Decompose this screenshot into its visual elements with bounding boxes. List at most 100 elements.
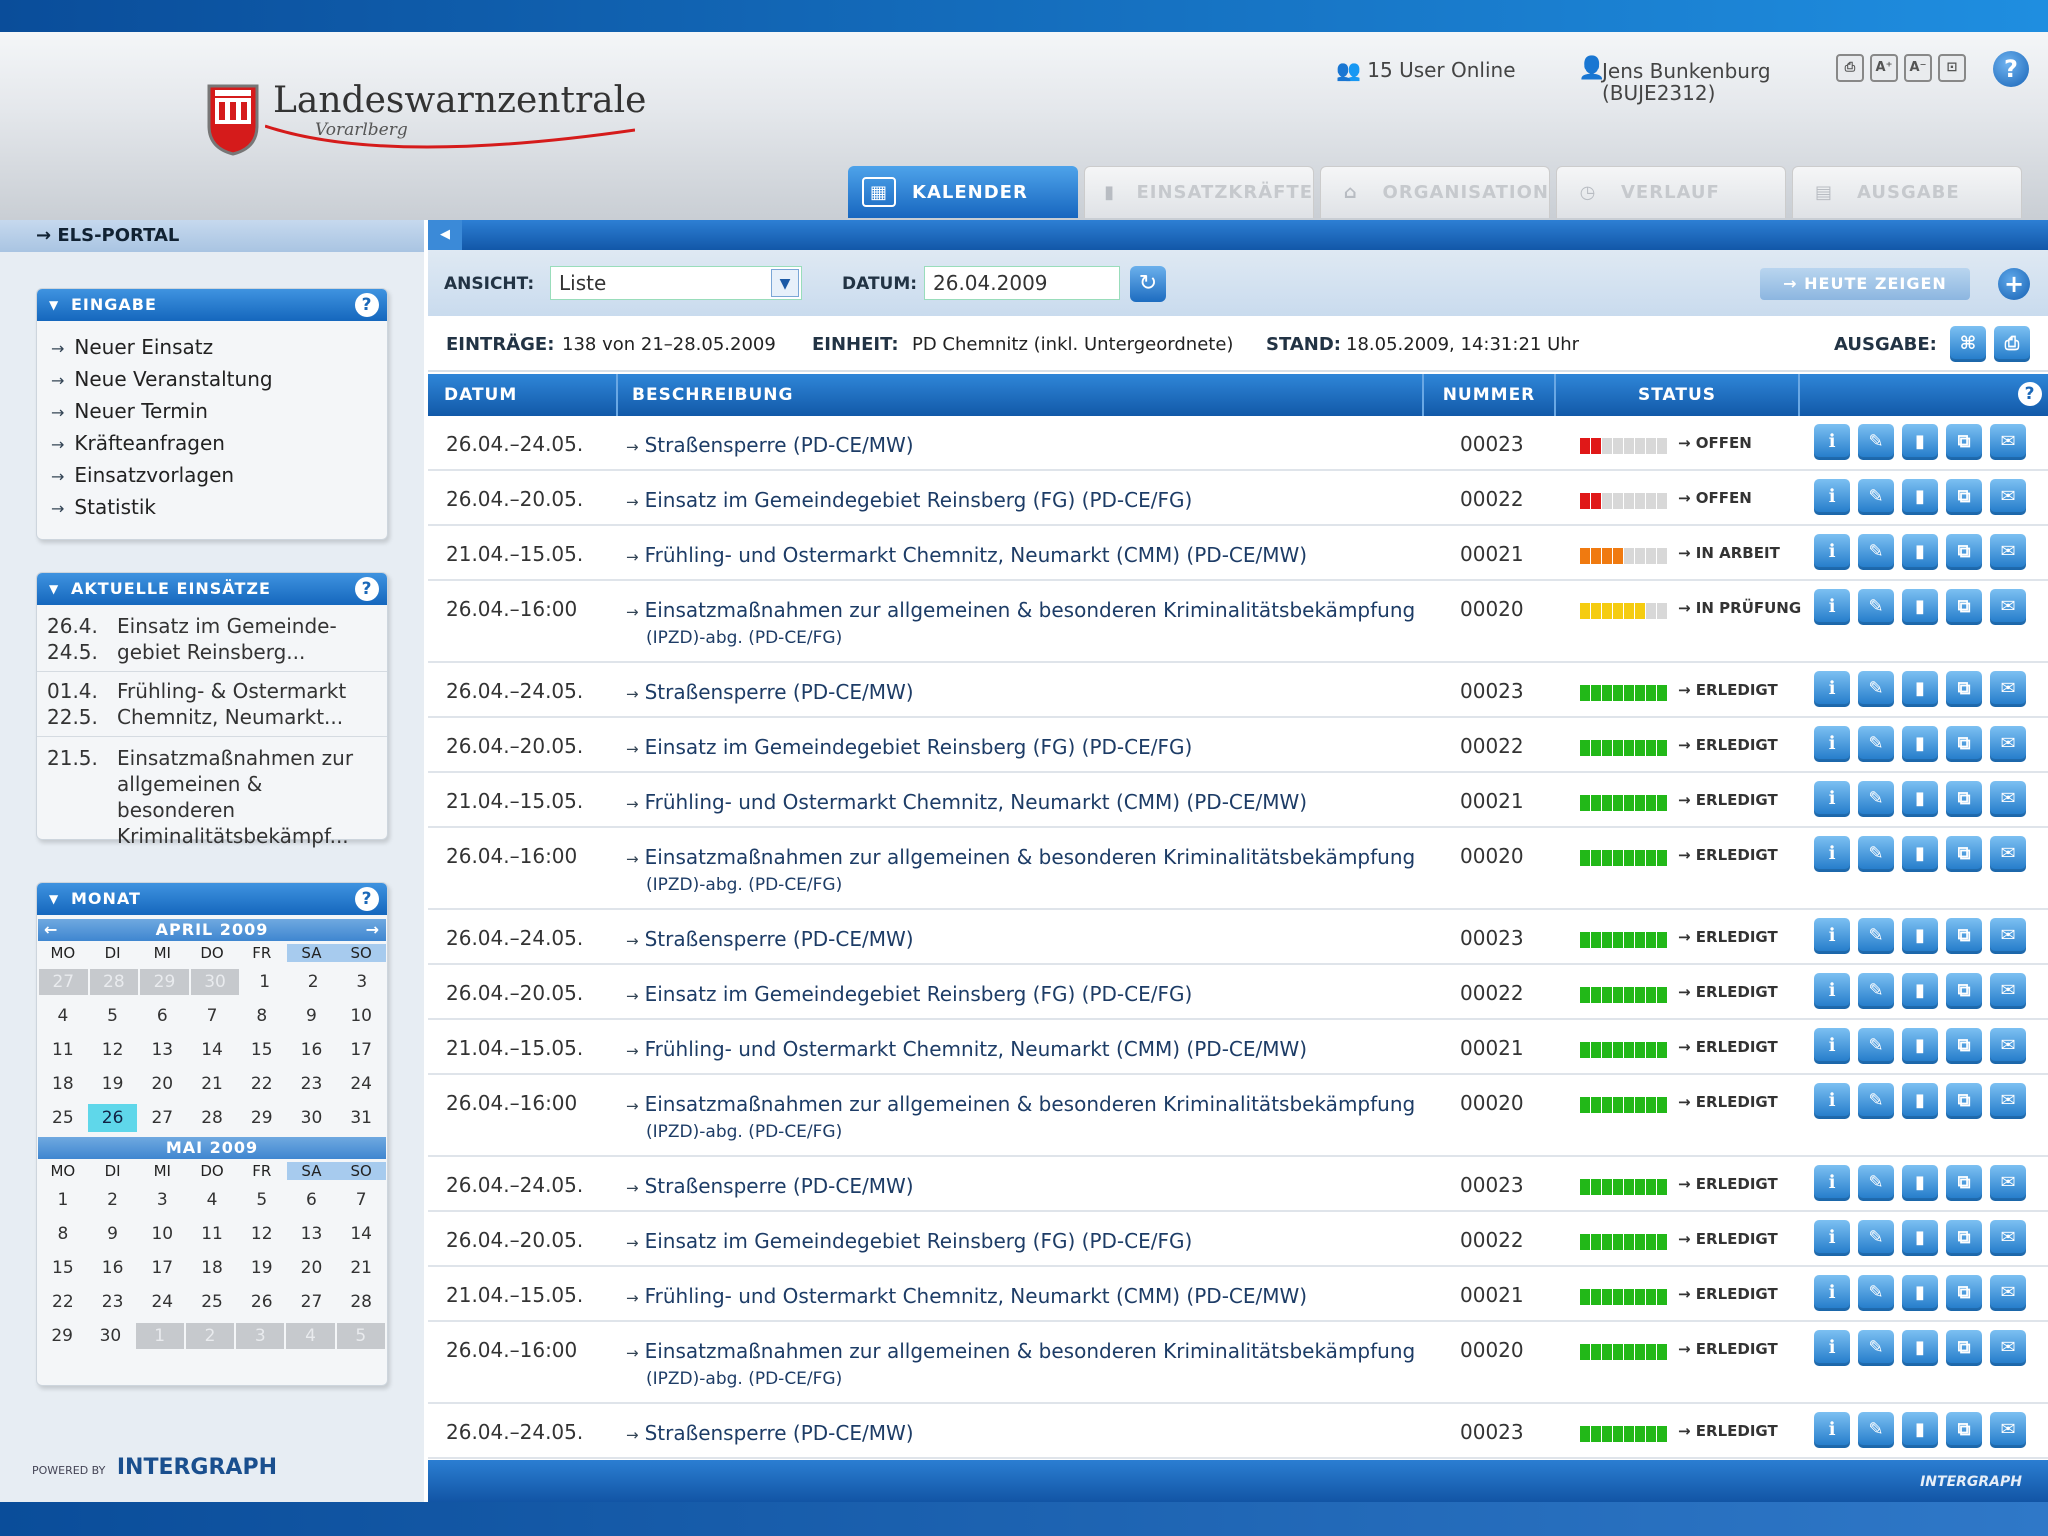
info-icon[interactable]: ℹ — [1814, 973, 1850, 1009]
copy-icon[interactable]: ⧉ — [1946, 671, 1982, 707]
row-description[interactable]: → Frühling- und Ostermarkt Chemnitz, Neum… — [626, 1283, 1426, 1311]
copy-icon[interactable]: ⧉ — [1946, 479, 1982, 515]
calendar-day[interactable]: 25 — [38, 1108, 88, 1128]
calendar-day[interactable]: 3 — [337, 972, 386, 992]
calendar-day[interactable]: 24 — [336, 1074, 386, 1094]
edit-icon[interactable]: ✎ — [1858, 726, 1894, 762]
table-row[interactable]: 26.04.–24.05. → Straßensperre (PD-CE/MW) 00… — [428, 663, 2048, 718]
calendar-day[interactable]: 3 — [236, 1323, 285, 1349]
info-icon[interactable]: ℹ — [1814, 1083, 1850, 1119]
table-row[interactable]: 26.04.–16:00 → Einsatzmaßnahmen zur allgem… — [428, 1322, 2048, 1404]
personnel-icon[interactable]: ▮ — [1902, 1412, 1938, 1448]
col-nummer[interactable]: NUMMER — [1424, 374, 1556, 416]
mail-icon[interactable]: ✉ — [1990, 479, 2026, 515]
copy-icon[interactable]: ⧉ — [1946, 424, 1982, 460]
calendar-day[interactable]: 30 — [86, 1326, 134, 1346]
copy-icon[interactable]: ⧉ — [1946, 726, 1982, 762]
col-beschreibung[interactable]: BESCHREIBUNG — [618, 374, 1424, 416]
mail-icon[interactable]: ✉ — [1990, 918, 2026, 954]
personnel-icon[interactable]: ▮ — [1902, 1275, 1938, 1311]
edit-icon[interactable]: ✎ — [1858, 534, 1894, 570]
calendar-day[interactable]: 27 — [287, 1292, 337, 1312]
copy-icon[interactable]: ⧉ — [1946, 1220, 1982, 1256]
arrow-left-icon[interactable]: ← — [44, 919, 58, 941]
personnel-icon[interactable]: ▮ — [1902, 973, 1938, 1009]
table-row[interactable]: 26.04.–20.05. → Einsatz im Gemeindegebiet … — [428, 718, 2048, 773]
row-description[interactable]: → Frühling- und Ostermarkt Chemnitz, Neum… — [626, 542, 1426, 570]
calendar-day[interactable]: 28 — [89, 969, 139, 995]
calendar-day[interactable]: 1 — [240, 972, 289, 992]
info-icon[interactable]: ℹ — [1814, 479, 1850, 515]
mail-icon[interactable]: ✉ — [1990, 424, 2026, 460]
edit-icon[interactable]: ✎ — [1858, 781, 1894, 817]
calendar-day[interactable]: 1 — [38, 1190, 88, 1210]
table-row[interactable]: 26.04.–20.05. → Einsatz im Gemeindegebiet … — [428, 1212, 2048, 1267]
calendar-day[interactable]: 16 — [88, 1258, 138, 1278]
edit-icon[interactable]: ✎ — [1858, 1165, 1894, 1201]
eingabe-item[interactable]: → Neue Veranstaltung — [51, 363, 387, 395]
calendar-day[interactable]: 21 — [187, 1074, 237, 1094]
add-icon[interactable]: + — [1998, 268, 2030, 300]
personnel-icon[interactable]: ▮ — [1902, 1220, 1938, 1256]
calendar-day[interactable]: 27 — [137, 1108, 187, 1128]
tab-kalender[interactable]: ▦ KALENDER — [848, 166, 1078, 218]
row-description[interactable]: → Einsatzmaßnahmen zur allgemeinen & beso… — [626, 844, 1426, 898]
row-description[interactable]: → Straßensperre (PD-CE/MW) — [626, 679, 1426, 707]
help-icon[interactable]: ? — [2018, 382, 2042, 406]
calendar-day[interactable]: 28 — [336, 1292, 386, 1312]
tab-organisation[interactable]: ⌂ ORGANISATION — [1320, 166, 1550, 218]
row-description[interactable]: → Straßensperre (PD-CE/MW) — [626, 1173, 1426, 1201]
help-icon[interactable]: ? — [1993, 51, 2029, 87]
eingabe-item[interactable]: → Einsatzvorlagen — [51, 459, 387, 491]
mail-icon[interactable]: ✉ — [1990, 589, 2026, 625]
calendar-day[interactable]: 12 — [88, 1040, 138, 1060]
calendar-day[interactable]: 1 — [135, 1323, 184, 1349]
table-row[interactable]: 21.04.–15.05. → Frühling- und Ostermarkt C… — [428, 1020, 2048, 1075]
einsatz-item[interactable]: 01.4. 22.5. Frühling- & Ostermarkt Chemnit… — [37, 672, 387, 737]
personnel-icon[interactable]: ▮ — [1902, 589, 1938, 625]
edit-icon[interactable]: ✎ — [1858, 1083, 1894, 1119]
personnel-icon[interactable]: ▮ — [1902, 1330, 1938, 1366]
row-description[interactable]: → Frühling- und Ostermarkt Chemnitz, Neum… — [626, 1036, 1426, 1064]
row-description[interactable]: → Einsatz im Gemeindegebiet Reinsberg (FG… — [626, 981, 1426, 1009]
copy-icon[interactable]: ⧉ — [1946, 534, 1982, 570]
user-info[interactable]: Jens Bunkenburg (BUJE2312) — [1602, 60, 1771, 104]
monat-header[interactable]: ▼ MONAT? — [37, 883, 387, 915]
calendar-day[interactable]: 22 — [38, 1292, 88, 1312]
calendar-day[interactable]: 31 — [336, 1108, 386, 1128]
calendar-day[interactable]: 10 — [137, 1224, 187, 1244]
row-description[interactable]: → Frühling- und Ostermarkt Chemnitz, Neum… — [626, 789, 1426, 817]
mail-icon[interactable]: ✉ — [1990, 1083, 2026, 1119]
calendar-day[interactable]: 9 — [88, 1224, 138, 1244]
mail-icon[interactable]: ✉ — [1990, 1028, 2026, 1064]
edit-icon[interactable]: ✎ — [1858, 918, 1894, 954]
calendar-day[interactable]: 19 — [237, 1258, 287, 1278]
einsatz-item[interactable]: 21.5. Einsatzmaßnahmen zur allgemeinen & … — [37, 737, 387, 849]
lock-icon[interactable]: ⊡ — [1938, 54, 1966, 82]
table-row[interactable]: 26.04.–16:00 → Einsatzmaßnahmen zur allgem… — [428, 828, 2048, 910]
personnel-icon[interactable]: ▮ — [1902, 671, 1938, 707]
row-description[interactable]: → Einsatz im Gemeindegebiet Reinsberg (FG… — [626, 487, 1426, 515]
tab-ausgabe[interactable]: ▤ AUSGABE — [1792, 166, 2022, 218]
help-icon[interactable]: ? — [355, 887, 379, 911]
chevron-down-icon[interactable]: ▼ — [771, 269, 799, 297]
info-icon[interactable]: ℹ — [1814, 424, 1850, 460]
datum-input[interactable]: 26.04.2009 — [924, 266, 1120, 300]
copy-icon[interactable]: ⧉ — [1946, 1275, 1982, 1311]
calendar-day[interactable]: 11 — [38, 1040, 88, 1060]
calendar-day[interactable]: 19 — [88, 1074, 138, 1094]
personnel-icon[interactable]: ▮ — [1902, 836, 1938, 872]
calendar-day[interactable]: 20 — [287, 1258, 337, 1278]
table-row[interactable]: 26.04.–24.05. → Straßensperre (PD-CE/MW) 00… — [428, 1157, 2048, 1212]
copy-icon[interactable]: ⧉ — [1946, 1412, 1982, 1448]
heute-zeigen-button[interactable]: → HEUTE ZEIGEN — [1760, 268, 1970, 300]
table-row[interactable]: 26.04.–20.05. → Einsatz im Gemeindegebiet … — [428, 965, 2048, 1020]
table-row[interactable]: 21.04.–15.05. → Frühling- und Ostermarkt C… — [428, 773, 2048, 828]
calendar-day[interactable]: 30 — [190, 969, 240, 995]
edit-icon[interactable]: ✎ — [1858, 671, 1894, 707]
calendar-day[interactable]: 13 — [137, 1040, 187, 1060]
table-row[interactable]: 26.04.–16:00 → Einsatzmaßnahmen zur allgem… — [428, 1075, 2048, 1157]
edit-icon[interactable]: ✎ — [1858, 836, 1894, 872]
calendar-day[interactable]: 5 — [237, 1190, 287, 1210]
copy-icon[interactable]: ⧉ — [1946, 918, 1982, 954]
